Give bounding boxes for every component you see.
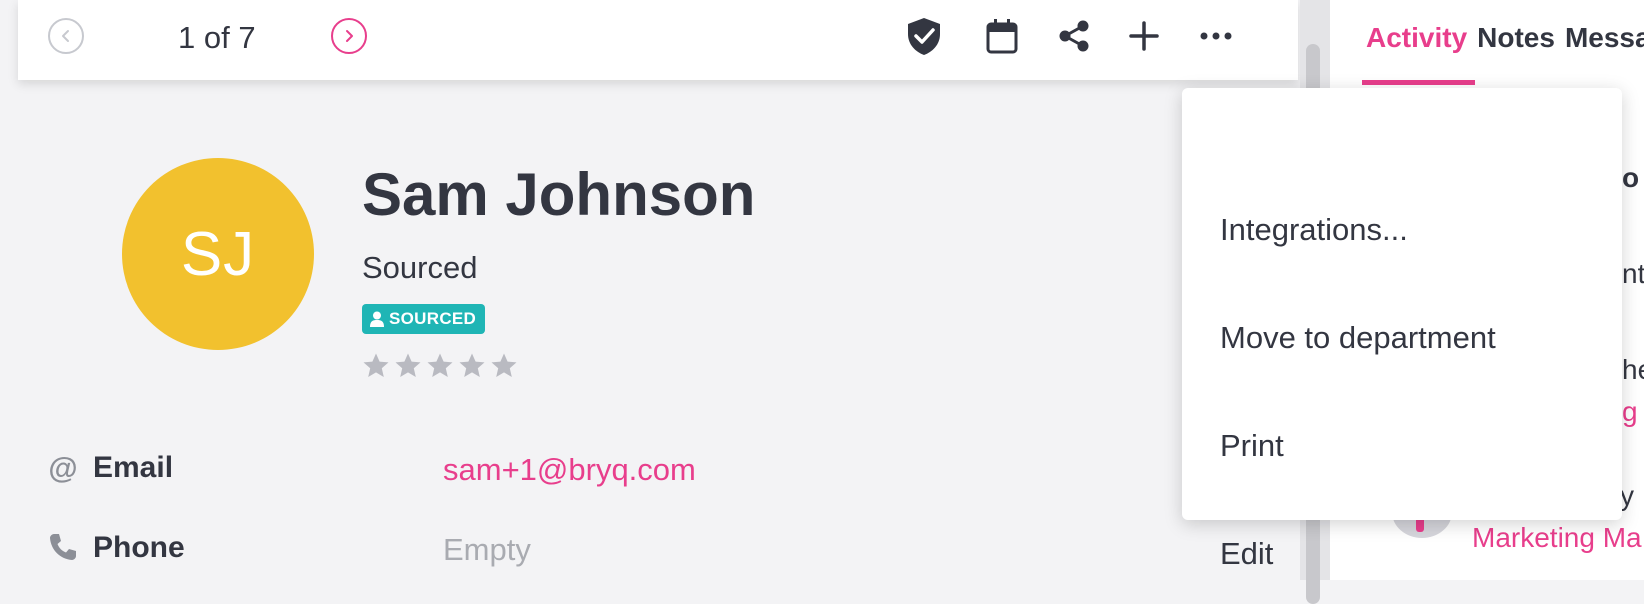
- share-button[interactable]: [1054, 16, 1094, 56]
- star-icon[interactable]: [394, 352, 422, 379]
- at-icon: @: [48, 452, 78, 485]
- activity-text-fragment: y: [1620, 480, 1634, 511]
- activity-text-fragment: o: [1622, 162, 1640, 193]
- email-label: Email: [93, 451, 174, 484]
- activity-link-fragment[interactable]: Marketing Ma: [1472, 520, 1642, 556]
- add-button[interactable]: [1124, 16, 1164, 56]
- menu-item-move-to-department[interactable]: Move to department: [1220, 318, 1496, 358]
- menu-item-print[interactable]: Print: [1220, 426, 1284, 466]
- status-badge: SOURCED: [362, 304, 486, 334]
- more-options-menu: Integrations... Move to department Print…: [1182, 88, 1622, 571]
- star-icon[interactable]: [490, 352, 518, 379]
- user-icon: [370, 311, 384, 327]
- candidate-name: Sam Johnson: [362, 161, 756, 228]
- top-toolbar: 1 of 7: [18, 0, 1298, 80]
- tab-notes[interactable]: Notes: [1477, 22, 1555, 53]
- next-button[interactable]: [331, 18, 367, 54]
- previous-button[interactable]: [48, 18, 84, 54]
- star-icon[interactable]: [362, 352, 390, 379]
- share-icon: [1059, 20, 1089, 52]
- plus-icon: [1129, 21, 1159, 51]
- shield-check-icon: [908, 18, 940, 55]
- activity-text-fragment: nt: [1622, 258, 1644, 289]
- star-rating[interactable]: [362, 352, 518, 379]
- calendar-button[interactable]: [982, 16, 1022, 56]
- candidate-panel: 1 of 7 SJ Sam Johnson Sourced SOURCED @ …: [0, 0, 1300, 580]
- activity-link-fragment[interactable]: g: [1622, 394, 1638, 430]
- shield-check-button[interactable]: [904, 16, 944, 56]
- phone-label: Phone: [93, 531, 185, 564]
- side-tabs: Activity Notes Messa: [1366, 18, 1644, 58]
- chevron-right-icon: [346, 30, 353, 42]
- star-icon[interactable]: [458, 352, 486, 379]
- tab-messages[interactable]: Messa: [1565, 22, 1644, 53]
- email-value[interactable]: sam+1@bryq.com: [443, 450, 696, 490]
- active-tab-indicator: [1362, 80, 1475, 85]
- tab-activity[interactable]: Activity: [1366, 22, 1467, 53]
- status-badge-label: SOURCED: [389, 309, 477, 328]
- more-icon: [1200, 32, 1232, 40]
- phone-icon: [46, 530, 80, 564]
- activity-text-fragment: he: [1622, 354, 1644, 385]
- candidate-stage: Sourced: [362, 250, 478, 285]
- avatar: SJ: [122, 158, 314, 350]
- calendar-icon: [986, 19, 1018, 54]
- pager-text: 1 of 7: [178, 20, 256, 55]
- menu-item-integrations[interactable]: Integrations...: [1220, 210, 1408, 250]
- menu-item-edit[interactable]: Edit: [1220, 534, 1273, 574]
- more-options-button[interactable]: [1196, 16, 1236, 56]
- chevron-left-icon: [62, 30, 69, 42]
- star-icon[interactable]: [426, 352, 454, 379]
- phone-value[interactable]: Empty: [443, 530, 531, 570]
